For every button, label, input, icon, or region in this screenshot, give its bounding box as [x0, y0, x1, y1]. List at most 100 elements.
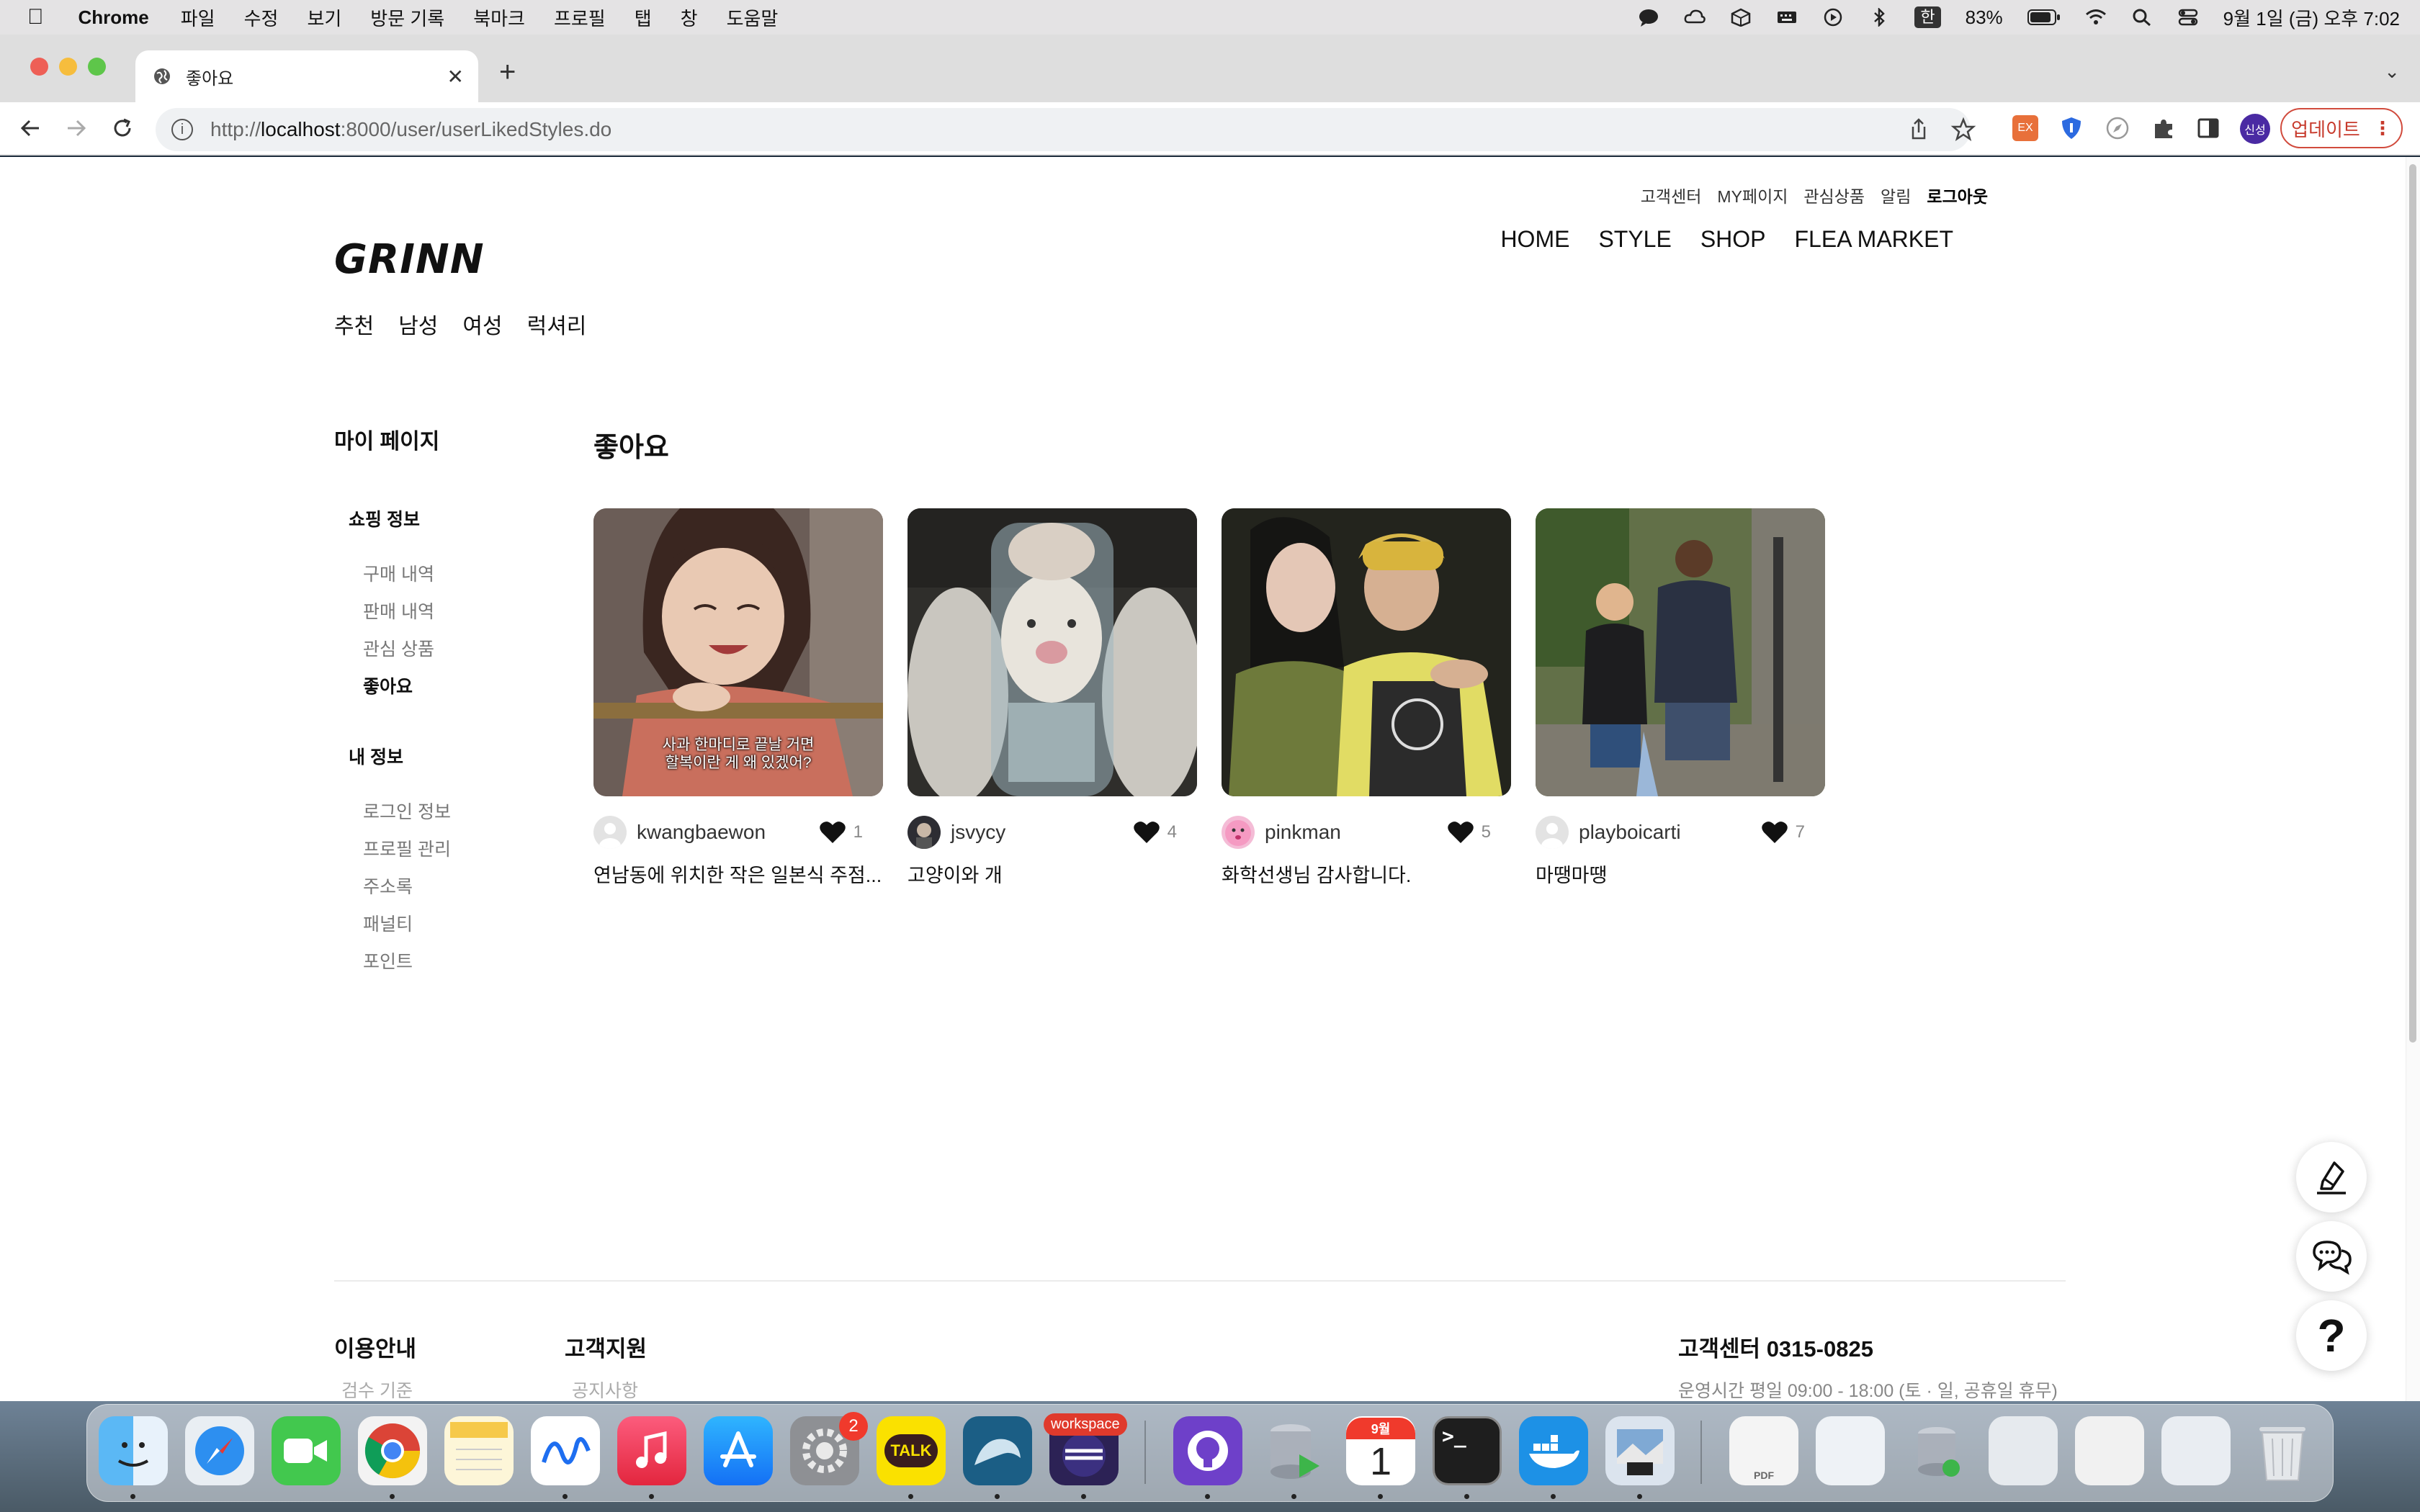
- help-button[interactable]: ?: [2296, 1300, 2367, 1371]
- sidebar-item-profile[interactable]: 프로필 관리: [363, 835, 451, 861]
- menu-bookmarks[interactable]: 북마크: [473, 4, 525, 31]
- style-thumbnail-cat-bottle[interactable]: [908, 508, 1197, 796]
- link-wishlist[interactable]: 관심상품: [1803, 183, 1865, 207]
- address-bar[interactable]: i http://localhost:8000/user/userLikedSt…: [156, 108, 1976, 151]
- compass-extension-icon[interactable]: [2105, 115, 2130, 141]
- kakaotalk-icon[interactable]: TALK: [877, 1416, 946, 1485]
- box-icon[interactable]: [1730, 8, 1752, 27]
- heart-icon[interactable]: [1761, 820, 1788, 845]
- puzzle-extensions-icon[interactable]: [2151, 115, 2177, 141]
- card-caption[interactable]: 연남동에 위치한 작은 일본식 주점...: [593, 860, 883, 888]
- tab-search-chevron-icon[interactable]: ⌄: [2384, 60, 2400, 83]
- profile-avatar[interactable]: 신성: [2240, 114, 2270, 144]
- input-method-badge[interactable]: 한: [1914, 6, 1941, 28]
- control-center-icon[interactable]: [2177, 8, 2199, 27]
- style-card[interactable]: jsvycy 4 고양이와 개: [908, 508, 1197, 888]
- new-tab-button[interactable]: +: [499, 56, 516, 89]
- link-notifications[interactable]: 알림: [1881, 183, 1911, 207]
- bluetooth-icon[interactable]: [1868, 8, 1890, 27]
- sidebar-item-purchases[interactable]: 구매 내역: [363, 560, 434, 586]
- footer-inspection-link[interactable]: 검수 기준: [341, 1377, 413, 1401]
- sidebar-title[interactable]: 마이 페이지: [334, 423, 439, 455]
- write-post-button[interactable]: [2296, 1142, 2367, 1212]
- extension-ex-icon[interactable]: EX: [2012, 115, 2038, 141]
- notes-icon[interactable]: [444, 1416, 514, 1485]
- link-my-page[interactable]: MY페이지: [1717, 183, 1788, 207]
- menu-profiles[interactable]: 프로필: [554, 4, 606, 31]
- category-recommended[interactable]: 추천: [334, 308, 374, 340]
- pdf-document-icon[interactable]: PDF: [1729, 1416, 1798, 1485]
- side-panel-icon[interactable]: [2195, 115, 2221, 141]
- scrollbar-thumb[interactable]: [2409, 164, 2416, 1043]
- nav-home[interactable]: HOME: [1500, 226, 1569, 253]
- style-card[interactable]: 사과 한마디로 끝날 거면 할복이란 게 왜 있겠어? kwangbaewon …: [593, 508, 883, 888]
- sidebar-item-sales[interactable]: 판매 내역: [363, 598, 434, 624]
- mysql-workbench-icon[interactable]: [963, 1416, 1032, 1485]
- wifi-icon[interactable]: [2085, 8, 2107, 27]
- spotlight-search-icon[interactable]: [2131, 8, 2153, 27]
- link-customer-center[interactable]: 고객센터: [1641, 183, 1702, 207]
- heart-icon[interactable]: [1133, 820, 1160, 845]
- battery-icon[interactable]: [2027, 9, 2061, 26]
- card-caption[interactable]: 화학선생님 감사합니다.: [1222, 860, 1511, 888]
- github-desktop-icon[interactable]: [1173, 1416, 1242, 1485]
- database-launcher-icon[interactable]: [1260, 1416, 1329, 1485]
- chrome-icon[interactable]: [358, 1416, 427, 1485]
- like-counter[interactable]: 4: [1133, 820, 1177, 845]
- finder-icon[interactable]: [99, 1416, 168, 1485]
- terminal-icon[interactable]: >_: [1433, 1416, 1502, 1485]
- keyboard-icon[interactable]: [1776, 8, 1798, 27]
- category-women[interactable]: 여성: [462, 308, 502, 340]
- site-logo[interactable]: GRINN: [334, 236, 485, 283]
- card-caption[interactable]: 고양이와 개: [908, 860, 1197, 888]
- menu-view[interactable]: 보기: [307, 4, 341, 31]
- cloud-sync-icon[interactable]: [1684, 8, 1706, 27]
- style-thumbnail-anime-scene[interactable]: 사과 한마디로 끝날 거면 할복이란 게 왜 있겠어?: [593, 508, 883, 796]
- card-caption[interactable]: 마땡마땡: [1536, 860, 1825, 888]
- database-folder-icon[interactable]: [1902, 1416, 1971, 1485]
- avatar[interactable]: [1222, 816, 1255, 849]
- freeform-icon[interactable]: [531, 1416, 600, 1485]
- menu-history[interactable]: 방문 기록: [370, 4, 444, 31]
- sidebar-item-login-info[interactable]: 로그인 정보: [363, 798, 451, 824]
- recent-window-thumbnail-icon[interactable]: [1816, 1416, 1885, 1485]
- forward-arrow-icon[interactable]: [63, 115, 89, 141]
- sidebar-item-points[interactable]: 포인트: [363, 948, 413, 973]
- like-counter[interactable]: 7: [1761, 820, 1805, 845]
- window-close-button[interactable]: [30, 58, 48, 76]
- avatar[interactable]: [593, 816, 627, 849]
- window-minimize-button[interactable]: [59, 58, 77, 76]
- card-username[interactable]: pinkman: [1265, 821, 1341, 844]
- apple-menu-icon[interactable]: : [27, 5, 44, 30]
- nav-style[interactable]: STYLE: [1598, 226, 1671, 253]
- chat-button[interactable]: [2296, 1221, 2367, 1292]
- safari-icon[interactable]: [185, 1416, 254, 1485]
- facetime-icon[interactable]: [272, 1416, 341, 1485]
- docker-icon[interactable]: [1519, 1416, 1588, 1485]
- play-circle-icon[interactable]: [1822, 8, 1844, 27]
- sidebar-item-likes[interactable]: 좋아요: [363, 672, 413, 698]
- menu-help[interactable]: 도움말: [727, 4, 779, 31]
- heart-icon[interactable]: [1447, 820, 1474, 845]
- nav-shop[interactable]: SHOP: [1700, 226, 1766, 253]
- chrome-update-button[interactable]: 업데이트 ⋮: [2280, 108, 2403, 148]
- card-username[interactable]: jsvycy: [951, 821, 1005, 844]
- window-thumbnail-icon[interactable]: [1989, 1416, 2058, 1485]
- messages-icon[interactable]: [1638, 8, 1659, 27]
- shield-extension-icon[interactable]: [2058, 115, 2084, 141]
- category-luxury[interactable]: 럭셔리: [527, 308, 587, 340]
- like-counter[interactable]: 5: [1447, 820, 1491, 845]
- page-scrollbar[interactable]: [2406, 157, 2420, 1401]
- site-info-icon[interactable]: i: [171, 119, 193, 140]
- heart-icon[interactable]: [819, 820, 846, 845]
- share-icon[interactable]: [1906, 117, 1932, 143]
- window-zoom-button[interactable]: [88, 58, 106, 76]
- sidebar-item-address-book[interactable]: 주소록: [363, 873, 413, 899]
- style-card[interactable]: pinkman 5 화학선생님 감사합니다.: [1222, 508, 1511, 888]
- reload-icon[interactable]: [109, 115, 135, 141]
- style-thumbnail-two-people[interactable]: [1222, 508, 1511, 796]
- style-thumbnail-street-photo[interactable]: [1536, 508, 1825, 796]
- sidebar-item-wishlist[interactable]: 관심 상품: [363, 635, 434, 661]
- avatar[interactable]: [1536, 816, 1569, 849]
- bookmark-star-icon[interactable]: [1950, 117, 1976, 143]
